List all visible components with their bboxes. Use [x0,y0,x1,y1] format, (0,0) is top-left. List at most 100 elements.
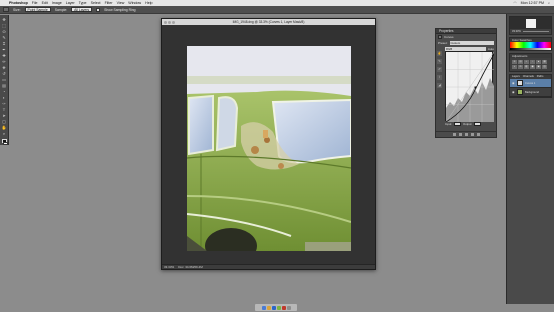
view-previous-icon[interactable] [458,133,462,136]
adjustment-icon[interactable]: ◧ [524,65,529,69]
menu-help[interactable]: Help [145,1,152,5]
input-label: Input: [445,122,452,126]
adjustment-icon[interactable]: ▦ [542,60,547,64]
healing-icon[interactable]: ✚ [1,53,8,58]
size-select[interactable]: Point Sample [24,7,51,12]
preset-select[interactable]: Custom [449,41,494,45]
adjustment-icon[interactable]: ◐ [524,60,529,64]
sampling-ring-label: Show Sampling Ring [104,7,136,12]
app-icon[interactable] [266,305,271,310]
adjustment-icon[interactable]: ▤ [518,60,523,64]
gray-ramp[interactable] [510,48,551,50]
app-icon[interactable] [281,305,286,310]
menu-select[interactable]: Select [91,1,101,5]
menu-file[interactable]: File [32,1,38,5]
image-canvas[interactable] [187,46,351,251]
trash-icon[interactable] [286,305,291,310]
adjustment-icon[interactable]: ⚖ [518,65,523,69]
preset-label: Preset: [438,41,448,45]
clip-to-layer-icon[interactable] [452,133,456,136]
crop-icon[interactable]: ⌗ [1,41,8,46]
zoom-window-button[interactable] [172,20,175,24]
mac-dock [255,304,297,311]
layer-row[interactable]: ◉ Curves 1 [510,79,551,88]
blur-icon[interactable]: ◔ [1,89,8,94]
channels-tab[interactable]: Channels [523,75,534,79]
spotlight-icon[interactable]: ⌕ [548,1,550,5]
adjustment-icon[interactable]: ▨ [542,65,547,69]
minimize-window-button[interactable] [168,20,171,24]
menu-image[interactable]: Image [52,1,62,5]
pen-icon[interactable]: ✑ [1,101,8,106]
target-adjust-icon[interactable]: ☝ [437,51,442,56]
marquee-icon[interactable]: ⬚ [1,23,8,28]
draw-points-icon[interactable]: ✎ [437,59,442,64]
navigator-zoom[interactable]: 33.33% [512,30,521,33]
layers-tab[interactable]: Layers [512,75,520,79]
zoom-icon[interactable]: ⌕ [1,131,8,136]
adjustments-panel: Adjustments ☀ ▤ ◐ ≈ ▲ ▦ ◑ ⚖ ◧ ◼ ▣ ▨ [509,53,552,72]
input-field[interactable] [454,122,461,126]
quick-select-icon[interactable]: ✎ [1,35,8,40]
menu-window[interactable]: Window [128,1,141,5]
adjustment-icon[interactable]: ◑ [512,65,517,69]
sampling-ring-checkbox[interactable] [96,7,101,12]
output-field[interactable] [474,122,482,126]
color-tab[interactable]: Color [512,38,519,42]
path-select-icon[interactable]: ➤ [1,113,8,118]
clone-stamp-icon[interactable]: ⎈ [1,65,8,70]
rectangle-icon[interactable]: ▢ [1,119,8,124]
delete-icon[interactable] [476,133,480,136]
reset-icon[interactable] [464,133,468,136]
menu-view[interactable]: View [117,1,125,5]
document-titlebar[interactable]: IMG_1948.dng @ 33.3% (Curves 1, Layer Ma… [162,19,375,25]
dodge-icon[interactable]: ◐ [1,95,8,100]
app-icon[interactable] [276,305,281,310]
layer-thumbnail [517,89,523,95]
smooth-icon[interactable]: ⌇ [437,75,442,80]
eye-icon[interactable]: ◉ [512,90,515,94]
navigator-zoom-slider[interactable] [522,31,549,32]
adjustment-icon[interactable]: ▲ [536,60,541,64]
clipping-warning-icon[interactable]: ◢ [437,83,442,88]
move-icon[interactable]: ✥ [1,17,8,22]
brush-icon[interactable]: ✏ [1,59,8,64]
finder-icon[interactable] [261,305,266,310]
layer-row[interactable]: ◉ Background [510,88,551,97]
photoshop-icon[interactable] [271,305,276,310]
adjustment-icon[interactable]: ≈ [530,60,535,64]
wifi-icon[interactable]: ◠ [513,1,516,5]
navigator-thumbnail[interactable] [525,18,536,28]
adjustment-name: Curves [444,35,454,39]
gradient-icon[interactable]: ▤ [1,83,8,88]
document-status-bar: 33.33% Doc: 34.6M/69.4M [162,264,375,269]
sample-select[interactable]: All Layers [71,7,93,12]
eyedropper-tool-preset-icon[interactable] [3,7,9,12]
status-doc-size[interactable]: Doc: 34.6M/69.4M [178,265,203,269]
eraser-icon[interactable]: ▭ [1,77,8,82]
visibility-icon[interactable] [470,133,474,136]
close-window-button[interactable] [164,20,167,24]
eye-icon[interactable]: ◉ [512,81,515,85]
adjustment-icon[interactable]: ☀ [512,60,517,64]
swatches-tab[interactable]: Swatches [519,38,531,42]
background-color-swatch[interactable] [3,141,8,145]
adjustment-icon[interactable]: ▣ [536,65,541,69]
menu-edit[interactable]: Edit [42,1,48,5]
curves-tools: ☝ ✎ ✐ ⌇ ◢ [437,51,443,88]
adjustment-icon[interactable]: ◼ [530,65,535,69]
menu-app-name[interactable]: Photoshop [9,1,28,5]
menu-filter[interactable]: Filter [105,1,113,5]
eyedropper-icon[interactable]: ✒ [1,47,8,52]
menu-type[interactable]: Type [79,1,87,5]
pencil-curve-icon[interactable]: ✐ [437,67,442,72]
history-brush-icon[interactable]: ↺ [1,71,8,76]
paths-tab[interactable]: Paths [537,75,544,79]
type-icon[interactable]: T [1,107,8,112]
hand-icon[interactable]: ✋ [1,125,8,130]
menu-layer[interactable]: Layer [66,1,75,5]
menubar-clock[interactable]: Mon 12:57 PM [521,1,544,5]
lasso-icon[interactable]: ʘ [1,29,8,34]
status-zoom[interactable]: 33.33% [164,265,174,269]
curves-graph[interactable] [445,51,495,123]
